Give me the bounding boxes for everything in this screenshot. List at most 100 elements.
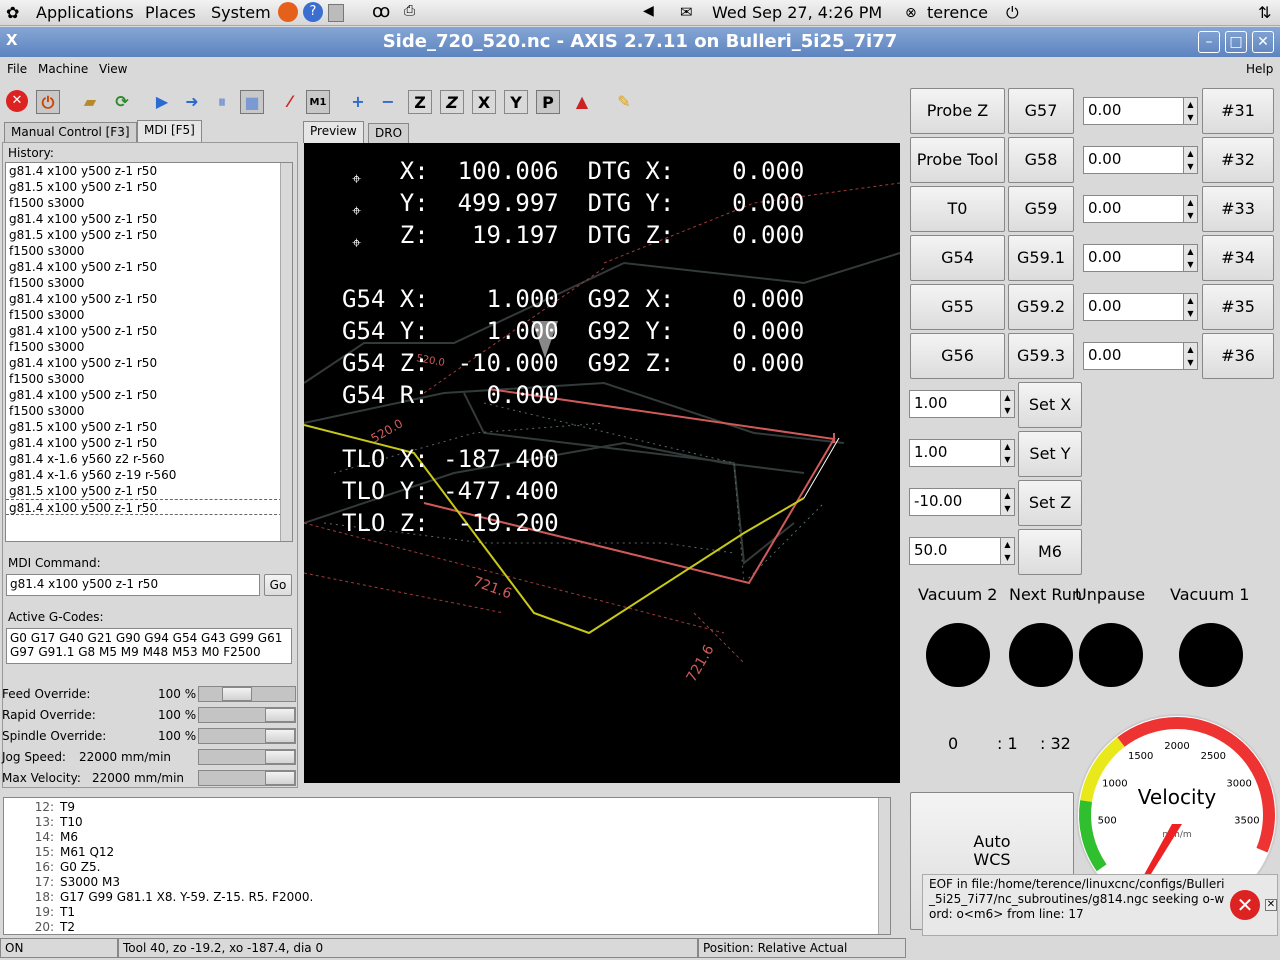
wcs-button[interactable]: G58 — [1008, 137, 1074, 183]
spin-arrows-icon[interactable]: ▲ ▼ — [1000, 440, 1014, 466]
view-z-icon[interactable]: Z — [408, 90, 432, 114]
gcode-line[interactable]: 12: T9 — [4, 800, 890, 815]
override-slider[interactable] — [198, 728, 296, 744]
gcode-line[interactable]: 20: T2 — [4, 920, 890, 934]
spin-arrows-icon[interactable]: ▲ ▼ — [1000, 538, 1014, 564]
machine-power-icon[interactable]: ⏻ — [36, 90, 60, 114]
gnome-foot-icon[interactable]: ✿ — [6, 3, 19, 22]
set-value-spinbox[interactable]: -10.00 ▲ ▼ — [909, 488, 1015, 516]
g54-button[interactable]: G54 — [910, 235, 1005, 281]
history-item[interactable]: g81.4 x-1.6 y560 z-19 r-560 — [6, 467, 292, 483]
probe-tool-button[interactable]: Probe Tool — [910, 137, 1005, 183]
history-scrollbar[interactable] — [280, 163, 292, 541]
menu-help[interactable]: Help — [1246, 62, 1273, 76]
pause-icon[interactable]: ⏸ — [210, 90, 234, 114]
view-y-icon[interactable]: Y — [504, 90, 528, 114]
view-x-icon[interactable]: X — [472, 90, 496, 114]
override-slider[interactable] — [198, 770, 296, 786]
override-slider[interactable] — [198, 707, 296, 723]
menu-file[interactable]: File — [7, 62, 27, 76]
clear-plot-icon[interactable]: ✎ — [612, 90, 636, 114]
g56-button[interactable]: G56 — [910, 333, 1005, 379]
param-button[interactable]: #32 — [1202, 137, 1274, 183]
close-icon[interactable]: ✕ — [1252, 31, 1274, 53]
history-item[interactable]: g81.4 x100 y500 z-1 r50 — [6, 291, 292, 307]
wcs-offset-spinbox[interactable]: 0.00 ▲ ▼ — [1083, 342, 1198, 370]
wcs-offset-spinbox[interactable]: 0.00 ▲ ▼ — [1083, 293, 1198, 321]
wcs-offset-spinbox[interactable]: 0.00 ▲ ▼ — [1083, 97, 1198, 125]
block-delete-icon[interactable]: ⁄ — [278, 90, 302, 114]
history-item[interactable]: g81.4 x100 y500 z-1 r50 — [6, 259, 292, 275]
next-run-led[interactable] — [1009, 623, 1073, 687]
param-button[interactable]: #33 — [1202, 186, 1274, 232]
printer-icon[interactable]: ⎙ — [404, 3, 415, 19]
wcs-button[interactable]: G59.1 — [1008, 235, 1074, 281]
view-z2-icon[interactable]: Z — [440, 90, 464, 114]
wcs-button[interactable]: G59.2 — [1008, 284, 1074, 330]
user-name[interactable]: terence — [927, 3, 988, 22]
param-button[interactable]: #36 — [1202, 333, 1274, 379]
history-item[interactable]: g81.4 x100 y500 z-1 r50 — [6, 387, 292, 403]
history-item[interactable]: f1500 s3000 — [6, 307, 292, 323]
set-value-spinbox[interactable]: 1.00 ▲ ▼ — [909, 439, 1015, 467]
gcode-scrollbar[interactable] — [878, 798, 890, 934]
history-item[interactable]: g81.4 x100 y500 z-1 r50 — [6, 163, 292, 179]
set-y-button[interactable]: Set Y — [1018, 431, 1082, 477]
probe-z-button[interactable]: Probe Z — [910, 88, 1005, 134]
reload-icon[interactable]: ⟳ — [110, 90, 134, 114]
history-item[interactable]: f1500 s3000 — [6, 403, 292, 419]
history-item[interactable]: g81.4 x100 y500 z-1 r50 — [6, 211, 292, 227]
spin-arrows-icon[interactable]: ▲ ▼ — [1183, 294, 1197, 320]
menu-view[interactable]: View — [99, 62, 127, 76]
history-item[interactable]: g81.4 x100 y500 z-1 r50 — [6, 435, 292, 451]
gcode-line[interactable]: 15: M61 Q12 — [4, 845, 890, 860]
t0-button[interactable]: T0 — [910, 186, 1005, 232]
mdi-command-input[interactable]: g81.4 x100 y500 z-1 r50 — [6, 574, 260, 596]
menu-machine[interactable]: Machine — [38, 62, 88, 76]
applications-menu[interactable]: Applications — [36, 3, 134, 22]
slider-thumb[interactable] — [265, 750, 295, 764]
set-value-spinbox[interactable]: 50.0 ▲ ▼ — [909, 537, 1015, 565]
maximize-icon[interactable]: □ — [1225, 31, 1247, 53]
step-icon[interactable]: ➜ — [180, 90, 204, 114]
history-item[interactable]: g81.4 x100 y500 z-1 r50 — [6, 499, 292, 515]
tab-preview[interactable]: Preview — [303, 121, 364, 143]
slider-thumb[interactable] — [265, 729, 295, 743]
power-icon[interactable]: ⏻ — [1006, 3, 1019, 23]
history-item[interactable]: g81.5 x100 y500 z-1 r50 — [6, 227, 292, 243]
override-slider[interactable] — [198, 749, 296, 765]
history-item[interactable]: f1500 s3000 — [6, 243, 292, 259]
gcode-line[interactable]: 18: G17 G99 G81.1 X8. Y-59. Z-15. R5. F20… — [4, 890, 890, 905]
spin-arrows-icon[interactable]: ▲ ▼ — [1000, 489, 1014, 515]
minimize-icon[interactable]: – — [1198, 31, 1220, 53]
m6-button[interactable]: M6 — [1018, 529, 1082, 575]
network-icon[interactable]: ⇅ — [1258, 3, 1271, 22]
go-button[interactable]: Go — [264, 574, 292, 596]
firefox-icon[interactable] — [278, 2, 298, 22]
param-button[interactable]: #31 — [1202, 88, 1274, 134]
optional-stop-icon[interactable]: M1 — [306, 90, 330, 114]
zoom-in-icon[interactable]: + — [346, 90, 370, 114]
history-item[interactable]: f1500 s3000 — [6, 195, 292, 211]
history-item[interactable]: g81.4 x100 y500 z-1 r50 — [6, 355, 292, 371]
volume-icon[interactable]: ◀ — [643, 3, 654, 19]
set-x-button[interactable]: Set X — [1018, 382, 1082, 428]
gcode-line[interactable]: 17: S3000 M3 — [4, 875, 890, 890]
unpause-led[interactable] — [1079, 623, 1143, 687]
wcs-button[interactable]: G57 — [1008, 88, 1074, 134]
g55-button[interactable]: G55 — [910, 284, 1005, 330]
tab-dro[interactable]: DRO — [368, 123, 410, 143]
estop-icon[interactable]: ✕ — [6, 90, 28, 112]
set-z-button[interactable]: Set Z — [1018, 480, 1082, 526]
wcs-button[interactable]: G59 — [1008, 186, 1074, 232]
toolpath-preview[interactable]: 721.6 721.6 520.0 520.0 X: 100.006 DTG X… — [304, 143, 900, 783]
slider-thumb[interactable] — [265, 771, 295, 785]
tab-manual-control[interactable]: Manual Control [F3] — [4, 122, 137, 142]
rotate-view-icon[interactable]: ▲ — [570, 90, 594, 114]
mail-icon[interactable]: ✉ — [680, 3, 693, 21]
history-item[interactable]: g81.4 x100 y500 z-1 r50 — [6, 323, 292, 339]
slider-thumb[interactable] — [222, 687, 252, 701]
wcs-button[interactable]: G59.3 — [1008, 333, 1074, 379]
gcode-line[interactable]: 16: G0 Z5. — [4, 860, 890, 875]
override-slider[interactable] — [198, 686, 296, 702]
